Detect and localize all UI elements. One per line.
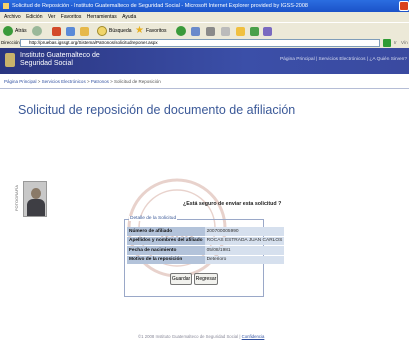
reason-value: Deterioro: [204, 255, 285, 264]
affiliate-name-value: ROCAS ESTRADA JUAN CARLOS: [204, 236, 285, 245]
breadcrumb-home[interactable]: Página Principal: [4, 79, 37, 84]
header-links[interactable]: Página Principal | Servicios Electrónico…: [280, 57, 407, 62]
search-button[interactable]: Búsqueda: [97, 26, 132, 36]
stop-button[interactable]: [52, 26, 61, 36]
go-label[interactable]: Ir Vín: [394, 38, 408, 48]
confirm-question: ¿Está seguro de enviar esta solicitud ?: [183, 201, 282, 207]
stop-icon: [52, 26, 61, 36]
favorites-button[interactable]: ★ Favoritos: [135, 26, 167, 36]
address-input[interactable]: http://pruebas.igssgt.org/Sistema/Patron…: [20, 39, 380, 47]
window-titlebar: Solicitud de Reposición - Instituto Guat…: [0, 0, 409, 12]
breadcrumb: Página Principal > Servicios Electrónico…: [4, 79, 161, 84]
print-icon: [206, 26, 215, 36]
address-label: Dirección: [1, 40, 20, 45]
affiliate-number-value: 200700005990: [204, 227, 285, 236]
affiliate-photo: [23, 181, 47, 217]
birth-date-value: 05/08/1981: [204, 246, 285, 255]
print-button[interactable]: [206, 26, 215, 36]
go-icon[interactable]: [383, 39, 391, 47]
table-row: Número de afiliado 200700005990: [127, 227, 285, 236]
menu-favoritos[interactable]: Favoritos: [61, 14, 82, 20]
menu-edicion[interactable]: Edición: [26, 14, 42, 20]
messenger-icon: [250, 26, 259, 36]
affiliate-number-label: Número de afiliado: [127, 227, 205, 236]
forward-button[interactable]: [32, 26, 42, 36]
menu-ver[interactable]: Ver: [48, 14, 56, 20]
photo-label: FOTOGRAFÍA: [14, 185, 19, 211]
folder-button[interactable]: [236, 26, 245, 36]
divider: [0, 88, 409, 89]
folder-icon: [236, 26, 245, 36]
save-button[interactable]: Guardar: [170, 273, 192, 285]
edit-button[interactable]: [221, 26, 230, 36]
ie-icon: [3, 2, 9, 9]
window-title: Solicitud de Reposición - Instituto Guat…: [12, 3, 308, 9]
site-header: Instituto Guatemalteco de Seguridad Soci…: [0, 48, 409, 74]
search-icon: [97, 26, 107, 36]
menu-herramientas[interactable]: Herramientas: [87, 14, 117, 20]
messenger-button[interactable]: [250, 26, 259, 36]
home-button[interactable]: [80, 26, 89, 36]
close-window-button[interactable]: [399, 1, 409, 11]
menu-bar: Archivo Edición Ver Favoritos Herramient…: [0, 12, 409, 22]
details-legend: Detalle de la Solicitud: [129, 216, 178, 221]
breadcrumb-current: Solicitud de Reposición: [113, 79, 161, 84]
home-icon: [80, 26, 89, 36]
star-icon: ★: [135, 25, 144, 36]
table-row: Motivo de la reposición Deterioro: [127, 255, 285, 264]
back-page-button[interactable]: Regresar: [194, 273, 218, 285]
details-table: Número de afiliado 200700005990 Apellido…: [127, 226, 285, 265]
history-button[interactable]: [176, 26, 186, 36]
reason-label: Motivo de la reposición: [127, 255, 205, 264]
menu-archivo[interactable]: Archivo: [4, 14, 21, 20]
menu-ayuda[interactable]: Ayuda: [122, 14, 136, 20]
breadcrumb-employers[interactable]: Patronos: [91, 79, 109, 84]
mail-icon: [191, 26, 200, 36]
table-row: Apellidos y nombres del afiliado ROCAS E…: [127, 236, 285, 245]
mail-button[interactable]: [191, 26, 200, 36]
confidentiality-link[interactable]: Confidencia: [242, 334, 265, 339]
tools-button[interactable]: [263, 26, 272, 36]
footer: ©1 2008 Instituto Guatemalteco de Seguri…: [138, 334, 265, 339]
breadcrumb-services[interactable]: Servicios Electrónicos: [42, 79, 86, 84]
refresh-button[interactable]: [66, 26, 75, 36]
institution-name: Instituto Guatemalteco de Seguridad Soci…: [20, 52, 100, 67]
history-icon: [176, 26, 186, 36]
back-arrow-icon: [3, 26, 13, 36]
birth-date-label: Fecha de nacimiento: [127, 246, 205, 255]
table-row: Fecha de nacimiento 05/08/1981: [127, 246, 285, 255]
refresh-icon: [66, 26, 75, 36]
affiliate-name-label: Apellidos y nombres del afiliado: [127, 236, 205, 245]
tools-icon: [263, 26, 272, 36]
back-button[interactable]: Atrás: [3, 26, 27, 36]
page-title: Solicitud de reposición de documento de …: [18, 103, 296, 117]
igss-logo-icon: [5, 53, 15, 67]
address-bar: Dirección http://pruebas.igssgt.org/Sist…: [0, 38, 409, 48]
edit-icon: [221, 26, 230, 36]
forward-arrow-icon: [32, 26, 42, 36]
